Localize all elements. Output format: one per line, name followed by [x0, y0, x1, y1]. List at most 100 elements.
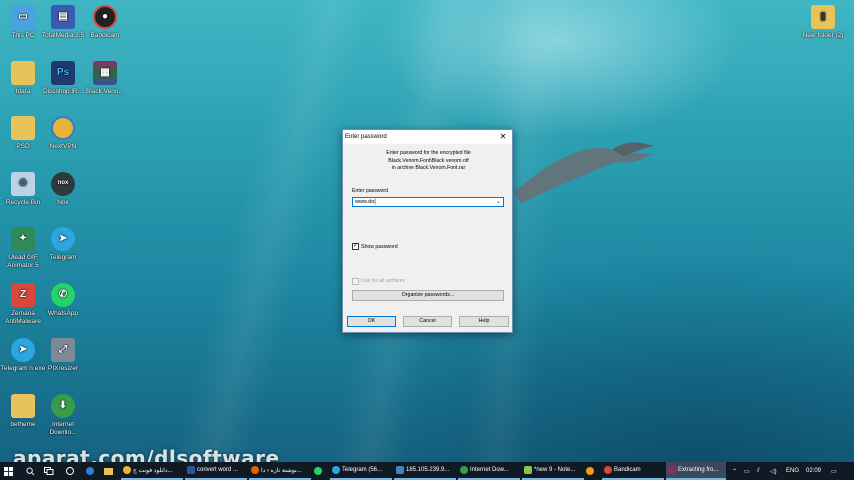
- cancel-button[interactable]: Cancel: [403, 316, 452, 327]
- network-icon[interactable]: ▭: [744, 462, 754, 480]
- taskbar-item-internet-download-manager[interactable]: Internet Dow...: [458, 462, 520, 480]
- desktop-icon-label: Internet Downlo...: [49, 421, 77, 436]
- desktop-icon-label: Nox: [57, 199, 69, 206]
- folder-icon: [11, 394, 35, 418]
- notepad-plus-icon: [524, 466, 532, 474]
- taskbar-item-remote-desktop[interactable]: 185.105.239.9...: [394, 462, 456, 480]
- desktop-icon-label: Telegram: [49, 254, 77, 261]
- totalmedia-icon: ▤: [51, 5, 75, 29]
- use-for-all-archives-checkbox: [352, 278, 359, 285]
- bandicam-icon: [604, 466, 612, 474]
- winrar-icon: [668, 466, 676, 474]
- enter-password-dialog: Enter password ✕ Enter password for the …: [342, 129, 513, 333]
- taskbar-item-label: Bandicam: [614, 467, 641, 473]
- file-explorer-icon[interactable]: [104, 462, 114, 480]
- nox-icon: nox: [51, 172, 75, 196]
- internet-download-manager-icon: [460, 466, 468, 474]
- help-button[interactable]: Help: [459, 316, 509, 327]
- dialog-title-bar: Enter password ✕: [343, 130, 512, 144]
- internet-download-manager-icon: ⬇: [51, 394, 75, 418]
- taskbar-item-label: دانلود فونت ج...: [133, 467, 173, 474]
- language-indicator[interactable]: ENG: [786, 462, 802, 480]
- desktop-icon-label: tdata: [15, 88, 31, 95]
- desktop-icon-label: Zemana AntiMalware: [5, 310, 41, 325]
- dialog-message-line: Enter password for the encrypted file: [386, 150, 471, 156]
- desktop-icon-label: NextVPN: [49, 143, 77, 150]
- task-view-icon[interactable]: [44, 462, 56, 480]
- desktop-icon-label: Bandicam: [90, 32, 120, 39]
- desktop-icon-new-folder-2[interactable]: ▮ New folder (2): [800, 5, 846, 40]
- folder-icon: [11, 116, 35, 140]
- whatsapp-icon: ✆: [51, 283, 75, 307]
- dialog-message-line: in archive Black.Venom.Font.rar: [391, 165, 466, 171]
- taskbar-item-label: نوشتة تازه ‹ دا...: [261, 467, 302, 474]
- whatsapp-taskbar-icon[interactable]: [314, 462, 326, 480]
- ok-button[interactable]: OK: [347, 316, 396, 327]
- chevron-up-icon[interactable]: ⌃: [732, 462, 742, 480]
- start-button[interactable]: [4, 462, 16, 480]
- clock[interactable]: 02:09: [806, 462, 828, 480]
- windows-logo-icon: [4, 466, 13, 476]
- desktop-icon-nextvpn[interactable]: NextVPN: [40, 116, 86, 151]
- remote-desktop-icon: [396, 466, 404, 474]
- desktop-icon-label: Recycle Bin: [5, 199, 41, 206]
- wallpaper-diver: [514, 142, 654, 204]
- folder-icon: [11, 61, 35, 85]
- desktop-icon-label: New folder (2): [802, 32, 844, 39]
- edge-icon[interactable]: [86, 462, 96, 480]
- taskbar-item-label: 185.105.239.9...: [406, 467, 450, 473]
- folder-zip-icon: ▮: [811, 5, 835, 29]
- taskbar-item-firefox[interactable]: نوشتة تازه ‹ دا...: [249, 462, 311, 480]
- bandicam-icon: ●: [93, 5, 117, 29]
- telegram-icon: ➤: [11, 338, 35, 362]
- zemana-icon: Z: [11, 283, 35, 307]
- computer-icon: ▭: [11, 5, 35, 29]
- desktop-icon-internet-download-manager[interactable]: ⬇ Internet Downlo...: [40, 394, 86, 436]
- organize-passwords-button[interactable]: Organize passwords...: [352, 290, 504, 301]
- password-input-value: www.do: [355, 199, 375, 205]
- password-input[interactable]: www.do| ⌄: [352, 197, 504, 207]
- desktop-icon-bandicam[interactable]: ● Bandicam: [82, 5, 128, 40]
- close-icon[interactable]: ✕: [498, 130, 508, 144]
- show-password-label: Show password: [361, 244, 398, 250]
- desktop-icon-whatsapp[interactable]: ✆ WhatsApp: [40, 283, 86, 318]
- taskbar-item-word[interactable]: convert word ...: [185, 462, 247, 480]
- dialog-title: Enter password: [345, 134, 387, 140]
- nextvpn-icon: [51, 116, 75, 140]
- desktop-icon-label: TotalMedia 3.5: [41, 32, 85, 39]
- dialog-message: Enter password for the encrypted file Bl…: [343, 150, 514, 173]
- taskbar-item-notepad[interactable]: *new 9 - Note...: [522, 462, 584, 480]
- volume-icon[interactable]: ◁): [770, 462, 780, 480]
- word-icon: [187, 466, 195, 474]
- desktop-icon-label: This PC: [11, 32, 35, 39]
- dialog-message-line: Black.Venom.Font\Black venom.otf: [388, 157, 469, 164]
- notifications-icon[interactable]: ▭: [831, 462, 841, 480]
- desktop-icon-pixresizer[interactable]: ⤢ PIXresizer: [40, 338, 86, 373]
- firefox-icon: [251, 466, 259, 474]
- recycle-bin-icon: ♻: [11, 172, 35, 196]
- desktop-icon-nox[interactable]: nox Nox: [40, 172, 86, 207]
- orange-app-icon[interactable]: [586, 462, 598, 480]
- network-signal-icon[interactable]: ⫽: [757, 462, 767, 480]
- taskbar-item-bandicam[interactable]: Bandicam: [602, 462, 664, 480]
- bandicam-record-icon[interactable]: [66, 462, 76, 480]
- show-password-checkbox[interactable]: ✓: [352, 243, 359, 250]
- taskbar-item-winrar[interactable]: Extracting fro...: [666, 462, 726, 480]
- taskbar: دانلود فونت ج... convert word ... نوشتة …: [0, 462, 854, 480]
- desktop-icon-label: Ulead GIF Animator 5: [7, 254, 39, 269]
- search-icon[interactable]: [26, 462, 38, 480]
- telegram-icon: [332, 466, 340, 474]
- desktop-icon-label: PSD: [16, 143, 30, 150]
- taskbar-item-label: Telegram (56...: [342, 467, 383, 473]
- desktop-icon-discshop[interactable]: Ps Discshop.iR...: [40, 61, 86, 96]
- desktop-icon-label: Telegram n.exe: [0, 365, 46, 372]
- taskbar-item-chrome[interactable]: دانلود فونت ج...: [121, 462, 183, 480]
- telegram-icon: ➤: [51, 227, 75, 251]
- photoshop-file-icon: Ps: [51, 61, 75, 85]
- desktop-icon-label: betheme: [10, 421, 36, 428]
- desktop-icon-black-venom[interactable]: ▦ Black.Veno...: [82, 61, 128, 96]
- desktop-icon-totalmedia[interactable]: ▤ TotalMedia 3.5: [40, 5, 86, 40]
- chevron-down-icon[interactable]: ⌄: [496, 198, 501, 206]
- taskbar-item-telegram[interactable]: Telegram (56...: [330, 462, 392, 480]
- desktop-icon-telegram[interactable]: ➤ Telegram: [40, 227, 86, 262]
